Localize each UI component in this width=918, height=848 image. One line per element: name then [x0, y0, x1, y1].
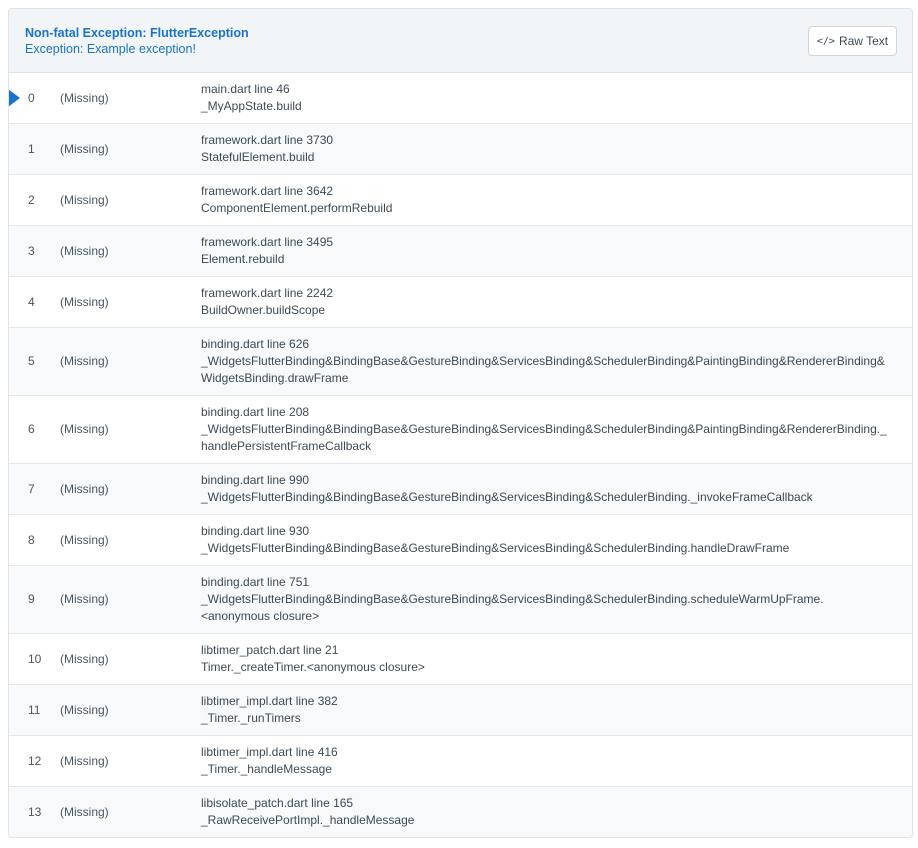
- frame-location: libtimer_impl.dart line 416: [201, 745, 338, 759]
- frame-location: libtimer_patch.dart line 21: [201, 643, 339, 657]
- frame-library: (Missing): [60, 90, 109, 105]
- frame-location: framework.dart line 2242: [201, 286, 334, 300]
- frame-symbol: _WidgetsFlutterBinding&BindingBase&Gestu…: [201, 490, 813, 504]
- frame-location: framework.dart line 3642: [201, 184, 334, 198]
- frame-library: (Missing): [60, 243, 109, 258]
- stack-frame-row[interactable]: 10 (Missing) libtimer_patch.dart line 21 Ti…: [9, 634, 912, 685]
- frame-library: (Missing): [60, 481, 109, 496]
- frame-library: (Missing): [60, 192, 109, 207]
- frame-library: (Missing): [60, 702, 109, 717]
- current-frame-marker-icon: [9, 89, 20, 107]
- frame-location: main.dart line 46: [201, 82, 290, 96]
- frame-library: (Missing): [60, 804, 109, 819]
- stack-frame-row[interactable]: 1 (Missing) framework.dart line 3730 Statef…: [9, 124, 912, 175]
- frame-index: 0: [28, 90, 35, 105]
- frame-library: (Missing): [60, 532, 109, 547]
- stack-frame-row[interactable]: 11 (Missing) libtimer_impl.dart line 382 _T…: [9, 685, 912, 736]
- frame-index: 8: [28, 532, 35, 547]
- stack-frame-row[interactable]: 8 (Missing) binding.dart line 930 _WidgetsF…: [9, 515, 912, 566]
- frame-symbol: _WidgetsFlutterBinding&BindingBase&Gestu…: [201, 541, 790, 555]
- frame-index: 4: [28, 294, 35, 309]
- frame-details: binding.dart line 751 _WidgetsFlutterBind…: [201, 566, 824, 633]
- frame-details: binding.dart line 626 _WidgetsFlutterBind…: [201, 328, 885, 395]
- frame-symbol: _WidgetsFlutterBinding&BindingBase&Gestu…: [201, 422, 887, 436]
- frame-location: libisolate_patch.dart line 165: [201, 796, 354, 810]
- frame-location: framework.dart line 3495: [201, 235, 334, 249]
- frame-index: 2: [28, 192, 35, 207]
- frame-symbol: WidgetsBinding.drawFrame: [201, 371, 349, 385]
- frame-index: 13: [28, 804, 42, 819]
- frame-library: (Missing): [60, 592, 109, 606]
- frame-details: framework.dart line 2242 BuildOwner.build…: [201, 277, 333, 327]
- frame-details: libtimer_impl.dart line 416 _Timer._handl…: [201, 736, 338, 786]
- stack-frames-list: 0 (Missing) main.dart line 46 _MyAppState.b…: [9, 73, 912, 837]
- frame-details: binding.dart line 990 _WidgetsFlutterBind…: [201, 464, 813, 514]
- frame-details: framework.dart line 3495 Element.rebuild: [201, 226, 333, 276]
- frame-symbol: <anonymous closure>: [201, 609, 320, 623]
- frame-index: 10: [28, 651, 42, 666]
- frame-location: binding.dart line 626: [201, 337, 310, 351]
- frame-location: libtimer_impl.dart line 382: [201, 694, 338, 708]
- frame-location: framework.dart line 3730: [201, 133, 334, 147]
- raw-text-button[interactable]: </> Raw Text: [808, 26, 897, 56]
- frame-library: (Missing): [60, 354, 109, 368]
- frame-index: 12: [28, 753, 42, 768]
- frame-symbol: StatefulElement.build: [201, 150, 315, 164]
- frame-symbol: BuildOwner.buildScope: [201, 303, 326, 317]
- frame-symbol: handlePersistentFrameCallback: [201, 439, 372, 453]
- frame-symbol: _WidgetsFlutterBinding&BindingBase&Gestu…: [201, 592, 824, 606]
- frame-index: 1: [28, 141, 35, 156]
- frame-details: libisolate_patch.dart line 165 _RawReceiv…: [201, 787, 414, 837]
- stack-frame-row[interactable]: 0 (Missing) main.dart line 46 _MyAppState.b…: [9, 73, 912, 124]
- frame-index: 6: [28, 422, 35, 436]
- frame-details: libtimer_impl.dart line 382 _Timer._runTi…: [201, 685, 338, 735]
- frame-location: binding.dart line 208: [201, 405, 310, 419]
- frame-symbol: _Timer._handleMessage: [201, 762, 332, 776]
- exception-header: Non-fatal Exception: FlutterException Ex…: [9, 9, 912, 73]
- frame-location: binding.dart line 990: [201, 473, 310, 487]
- exception-title: Non-fatal Exception: FlutterException: [25, 26, 249, 40]
- frame-symbol: _MyAppState.build: [201, 99, 302, 113]
- exception-message: Exception: Example exception!: [25, 42, 196, 56]
- frame-symbol: _RawReceivePortImpl._handleMessage: [201, 813, 415, 827]
- stack-frame-row[interactable]: 6 (Missing) binding.dart line 208 _WidgetsF…: [9, 396, 912, 464]
- frame-details: libtimer_patch.dart line 21 Timer._create…: [201, 634, 425, 684]
- stack-trace-panel: Non-fatal Exception: FlutterException Ex…: [8, 8, 913, 838]
- frame-details: binding.dart line 930 _WidgetsFlutterBind…: [201, 515, 789, 565]
- frame-index: 3: [28, 243, 35, 258]
- frame-details: framework.dart line 3642 ComponentElement…: [201, 175, 392, 225]
- frame-symbol: Element.rebuild: [201, 252, 285, 266]
- frame-library: (Missing): [60, 753, 109, 768]
- stack-frame-row[interactable]: 9 (Missing) binding.dart line 751 _WidgetsF…: [9, 566, 912, 634]
- frame-details: framework.dart line 3730 StatefulElement.…: [201, 124, 333, 174]
- frame-library: (Missing): [60, 422, 109, 436]
- frame-symbol: _Timer._runTimers: [201, 711, 301, 725]
- frame-symbol: ComponentElement.performRebuild: [201, 201, 393, 215]
- frame-index: 9: [28, 592, 35, 606]
- stack-frame-row[interactable]: 2 (Missing) framework.dart line 3642 Compon…: [9, 175, 912, 226]
- raw-text-button-label: Raw Text: [838, 34, 889, 48]
- frame-library: (Missing): [60, 651, 109, 666]
- stack-frame-row[interactable]: 3 (Missing) framework.dart line 3495 Elemen…: [9, 226, 912, 277]
- stack-frame-row[interactable]: 13 (Missing) libisolate_patch.dart line 16…: [9, 787, 912, 837]
- frame-details: binding.dart line 208 _WidgetsFlutterBind…: [201, 396, 887, 463]
- frame-details: main.dart line 46 _MyAppState.build: [201, 73, 302, 123]
- stack-frame-row[interactable]: 7 (Missing) binding.dart line 990 _WidgetsF…: [9, 464, 912, 515]
- stack-frame-row[interactable]: 5 (Missing) binding.dart line 626 _WidgetsF…: [9, 328, 912, 396]
- frame-index: 11: [28, 702, 41, 717]
- frame-location: binding.dart line 930: [201, 524, 310, 538]
- stack-frame-row[interactable]: 4 (Missing) framework.dart line 2242 BuildO…: [9, 277, 912, 328]
- frame-library: (Missing): [60, 141, 109, 156]
- frame-index: 5: [28, 354, 35, 368]
- frame-library: (Missing): [60, 294, 109, 309]
- frame-index: 7: [28, 481, 35, 496]
- stack-frame-row[interactable]: 12 (Missing) libtimer_impl.dart line 416 _T…: [9, 736, 912, 787]
- frame-symbol: _WidgetsFlutterBinding&BindingBase&Gestu…: [201, 354, 885, 368]
- code-icon: </>: [816, 35, 835, 47]
- frame-symbol: Timer._createTimer.<anonymous closure>: [201, 660, 425, 674]
- frame-location: binding.dart line 751: [201, 575, 310, 589]
